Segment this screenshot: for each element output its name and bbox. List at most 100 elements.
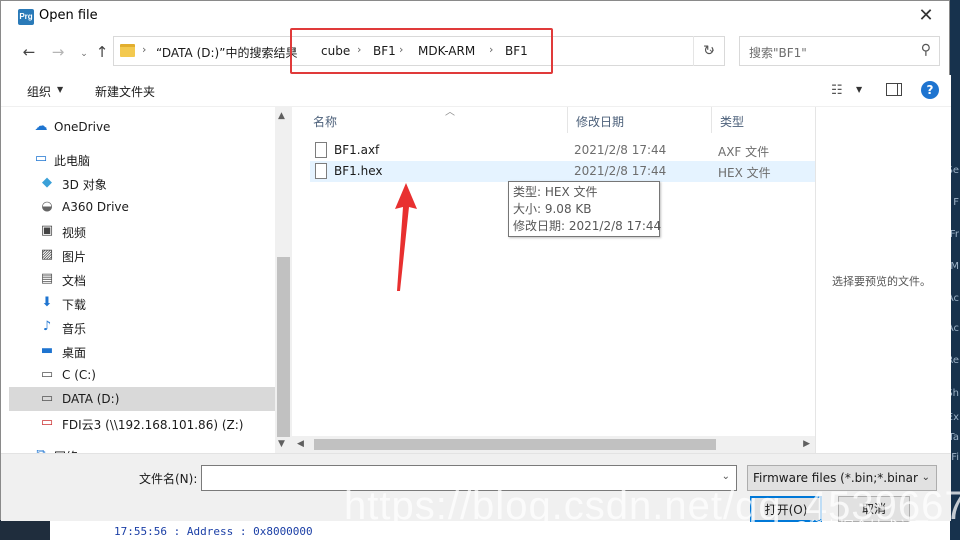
bg-edge-letter: F xyxy=(953,197,959,208)
horizontal-scroll-thumb[interactable] xyxy=(314,439,716,450)
open-file-dialog: Prg Open file ✕ ← → ⌄ ↑ › “DATA (D:)”中的搜… xyxy=(0,0,951,522)
sidebar-item-label: C (C:) xyxy=(62,368,96,382)
preview-pane: 选择要预览的文件。 xyxy=(815,107,951,453)
sidebar-item-label: 文档 xyxy=(62,274,87,288)
sidebar-item-videos[interactable]: ▣ 视频 xyxy=(9,219,275,243)
file-icon xyxy=(315,142,327,158)
document-icon: ▤ xyxy=(40,271,54,286)
sidebar-item-drive-c[interactable]: ▭ C (C:) xyxy=(9,363,275,387)
view-options-icon[interactable]: ☷ xyxy=(831,83,843,98)
file-list-horizontal-scrollbar[interactable]: ◀ ▶ xyxy=(292,436,815,453)
filter-dropdown-chevron-icon: ⌄ xyxy=(921,472,930,483)
file-type: HEX 文件 xyxy=(718,166,771,180)
bg-edge-letter: M xyxy=(950,261,959,272)
column-header-label: 类型 xyxy=(720,115,745,129)
bg-edge-letter: Fr xyxy=(949,229,959,240)
refresh-button[interactable]: ↻ xyxy=(694,36,725,66)
sidebar-scroll-thumb[interactable] xyxy=(277,257,290,437)
folder-icon xyxy=(120,44,135,57)
video-icon: ▣ xyxy=(40,223,54,238)
file-list-pane: 名称 ︿ 修改日期 类型 BF1.axf 2021/2/8 17:44 AXF … xyxy=(292,107,815,453)
sort-ascending-icon: ︿ xyxy=(445,107,455,118)
scroll-up-icon[interactable]: ▲ xyxy=(278,111,285,121)
music-icon: ♪ xyxy=(42,319,52,334)
organize-dropdown-icon[interactable]: ▼ xyxy=(57,85,63,94)
breadcrumb-highlight-annotation xyxy=(290,28,553,74)
sidebar-item-downloads[interactable]: ⬇ 下载 xyxy=(9,291,275,315)
cube-3d-icon: ◆ xyxy=(42,175,52,190)
forward-arrow-icon[interactable]: → xyxy=(48,43,68,61)
column-header-label: 修改日期 xyxy=(576,115,625,129)
breadcrumb-separator-icon: › xyxy=(142,43,147,56)
bg-edge-letter: Fi xyxy=(951,452,959,463)
sidebar-item-music[interactable]: ♪ 音乐 xyxy=(9,315,275,339)
recent-locations-chevron-icon[interactable]: ⌄ xyxy=(74,49,94,59)
sidebar-item-pictures[interactable]: ▨ 图片 xyxy=(9,243,275,267)
new-folder-button[interactable]: 新建文件夹 xyxy=(95,83,155,100)
file-name: BF1.hex xyxy=(334,164,383,178)
search-placeholder: 搜索"BF1" xyxy=(749,46,807,60)
log-line: 17:55:56 : Address : 0x8000000 xyxy=(114,525,313,538)
sidebar-item-label: DATA (D:) xyxy=(62,392,120,406)
scroll-left-icon[interactable]: ◀ xyxy=(297,439,304,449)
file-row[interactable]: BF1.hex 2021/2/8 17:44 HEX 文件 xyxy=(310,161,815,182)
red-arrow-annotation xyxy=(395,183,417,291)
sidebar-item-label: 下载 xyxy=(62,298,87,312)
sidebar-item-label: 图片 xyxy=(62,250,87,264)
column-header-type[interactable]: 类型 xyxy=(712,107,815,133)
search-box[interactable]: 搜索"BF1" ⚲ xyxy=(739,36,940,66)
preview-pane-icon[interactable] xyxy=(886,83,902,96)
sidebar-item-onedrive[interactable]: ☁ OneDrive xyxy=(9,115,275,139)
sidebar-scrollbar[interactable]: ▲ ▼ xyxy=(275,107,292,453)
sidebar-item-desktop[interactable]: ▬ 桌面 xyxy=(9,339,275,363)
sidebar-item-this-pc[interactable]: ▭ 此电脑 xyxy=(9,147,275,171)
sidebar-item-a360-drive[interactable]: ◒ A360 Drive xyxy=(9,195,275,219)
file-name: BF1.axf xyxy=(334,143,380,157)
filter-label: Firmware files (*.bin;*.binary; xyxy=(753,471,918,485)
file-icon xyxy=(315,163,327,179)
sidebar-item-label: A360 Drive xyxy=(62,200,129,214)
scroll-right-icon[interactable]: ▶ xyxy=(803,439,810,449)
sidebar-item-drive-d[interactable]: ▭ DATA (D:) xyxy=(9,387,275,411)
help-icon[interactable]: ? xyxy=(921,81,939,99)
back-arrow-icon[interactable]: ← xyxy=(19,43,39,61)
dialog-title: Open file xyxy=(39,8,98,23)
view-dropdown-icon[interactable]: ▼ xyxy=(856,85,862,94)
search-icon[interactable]: ⚲ xyxy=(921,42,931,58)
organize-menu[interactable]: 组织 xyxy=(27,83,51,100)
sidebar-item-label: OneDrive xyxy=(54,120,111,134)
breadcrumb-search-scope[interactable]: “DATA (D:)”中的搜索结果 xyxy=(156,44,297,61)
app-icon: Prg xyxy=(18,9,34,25)
a360-drive-icon: ◒ xyxy=(41,199,53,214)
file-date: 2021/2/8 17:44 xyxy=(574,164,667,178)
computer-icon: ▭ xyxy=(34,151,48,166)
network-drive-icon: ▭ xyxy=(40,415,54,430)
file-row[interactable]: BF1.axf 2021/2/8 17:44 AXF 文件 xyxy=(310,140,815,161)
file-date: 2021/2/8 17:44 xyxy=(574,143,667,157)
tooltip-type: 类型: HEX 文件 xyxy=(513,185,598,199)
up-arrow-icon[interactable]: ↑ xyxy=(92,43,112,61)
sidebar-item-documents[interactable]: ▤ 文档 xyxy=(9,267,275,291)
column-header-name[interactable]: 名称 ︿ xyxy=(305,107,568,133)
watermark-source: @稀土掘金技术社区 xyxy=(794,518,930,536)
file-tooltip: 类型: HEX 文件 大小: 9.08 KB 修改日期: 2021/2/8 17… xyxy=(508,181,661,237)
sidebar-item-network[interactable]: ⧉ 网络 xyxy=(9,443,275,454)
sidebar-item-label: FDI云3 (\\192.168.101.86) (Z:) xyxy=(62,418,244,432)
column-header-label: 名称 xyxy=(313,115,338,129)
sidebar-item-network-drive-z[interactable]: ▭ FDI云3 (\\192.168.101.86) (Z:) xyxy=(9,411,275,435)
picture-icon: ▨ xyxy=(40,247,54,262)
drive-icon: ▭ xyxy=(40,367,54,382)
filename-label: 文件名(N): xyxy=(139,472,198,486)
file-type: AXF 文件 xyxy=(718,145,770,159)
drive-icon: ▭ xyxy=(40,391,54,406)
desktop-icon: ▬ xyxy=(40,343,54,358)
command-toolbar: 组织 ▼ 新建文件夹 ☷ ▼ ? xyxy=(1,75,951,107)
sidebar-item-label: 音乐 xyxy=(62,322,87,336)
sidebar-item-label: 视频 xyxy=(62,226,87,240)
column-header-date[interactable]: 修改日期 xyxy=(568,107,712,133)
scroll-down-icon[interactable]: ▼ xyxy=(278,439,285,449)
close-button[interactable]: ✕ xyxy=(903,1,949,33)
sidebar-item-3d-objects[interactable]: ◆ 3D 对象 xyxy=(9,171,275,195)
download-icon: ⬇ xyxy=(41,295,53,310)
filename-dropdown-chevron-icon[interactable]: ⌄ xyxy=(722,471,730,482)
